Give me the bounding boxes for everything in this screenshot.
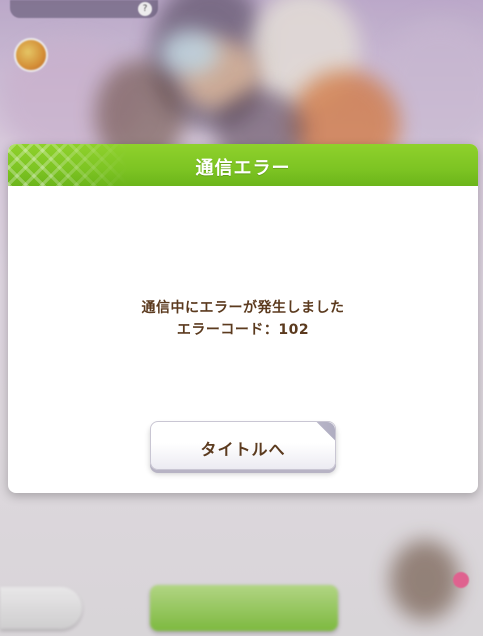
error-message: 通信中にエラーが発生しました (141, 300, 345, 316)
dialog-title: 通信エラー (195, 158, 291, 179)
error-dialog: 通信エラー 通信中にエラーが発生しました エラーコード：102 タイトルへ (8, 144, 478, 493)
return-to-title-label: タイトルへ (200, 440, 286, 459)
return-to-title-button[interactable]: タイトルへ (150, 421, 336, 470)
dialog-header: 通信エラー (8, 144, 478, 186)
dialog-body: 通信中にエラーが発生しました エラーコード：102 タイトルへ (8, 186, 478, 493)
error-code: エラーコード：102 (176, 322, 310, 338)
